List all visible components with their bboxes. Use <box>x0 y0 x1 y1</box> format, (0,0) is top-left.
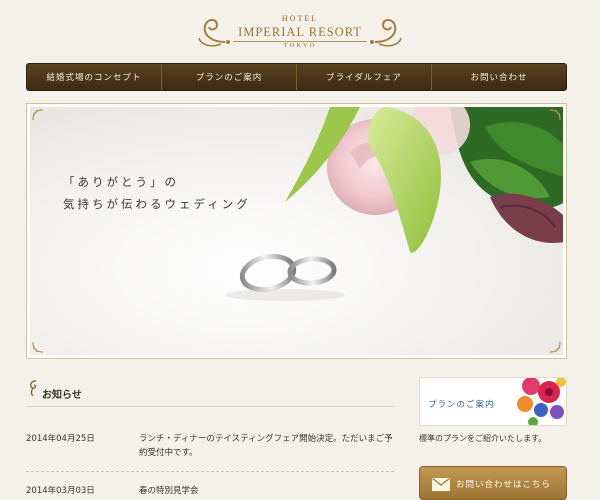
news-swirl-icon <box>29 380 37 397</box>
news-title: お知らせ <box>42 390 82 401</box>
corner-ornament-bottom-right-icon <box>549 341 561 353</box>
news-divider <box>26 471 394 472</box>
contact-button-label: お問い合わせはこちら <box>456 480 552 490</box>
nav-item-contact[interactable]: お問い合わせ <box>431 64 566 90</box>
hero-headline: 「ありがとう」の 気持ちが伝わるウェディング <box>63 171 251 215</box>
hero-inner: 「ありがとう」の 気持ちが伝わるウェディング <box>30 107 563 355</box>
logo-brand-text: IMPERIAL RESORT <box>238 25 362 39</box>
contact-button[interactable]: お問い合わせはこちら <box>419 466 567 500</box>
hero-banner: 「ありがとう」の 気持ちが伝わるウェディング <box>26 103 567 359</box>
news-item-date: 2014年03月03日 <box>26 486 95 496</box>
mail-icon <box>432 478 450 491</box>
corner-ornament-top-left-icon <box>32 109 44 121</box>
news-item-text[interactable]: 春の特別見学会 <box>139 484 394 498</box>
corner-ornament-bottom-left-icon <box>32 341 44 353</box>
hero-headline-line2: 気持ちが伝わるウェディング <box>63 197 251 211</box>
nav-item-bridal-fair[interactable]: ブライダルフェア <box>296 64 431 90</box>
news-item-date: 2014年04月25日 <box>26 434 95 444</box>
plan-description: 標準のプランをご紹介いたします。 <box>419 434 547 443</box>
nav-item-plans[interactable]: プランのご案内 <box>161 64 296 90</box>
flower-bouquet-icon <box>511 378 566 425</box>
news-header: お知らせ <box>26 379 394 407</box>
hotel-logo[interactable]: HOTEL IMPERIAL RESORT TOKYO <box>195 8 405 52</box>
corner-ornament-top-right-icon <box>549 109 561 121</box>
logo-hotel-text: HOTEL <box>281 14 319 23</box>
plan-banner[interactable]: プランのご案内 <box>419 377 567 426</box>
plan-banner-label: プランのご案内 <box>428 400 495 410</box>
logo-city-text: TOKYO <box>283 42 317 49</box>
news-item-text[interactable]: ランチ・ディナーのテイスティングフェア開始決定。ただいまご予約受付中です。 <box>139 432 394 460</box>
main-nav: 結婚式場のコンセプト プランのご案内 ブライダルフェア お問い合わせ <box>26 63 567 91</box>
hero-photo-rings-and-flowers <box>225 107 563 301</box>
hero-headline-line1: 「ありがとう」の <box>63 175 179 189</box>
nav-item-concept[interactable]: 結婚式場のコンセプト <box>27 64 161 90</box>
